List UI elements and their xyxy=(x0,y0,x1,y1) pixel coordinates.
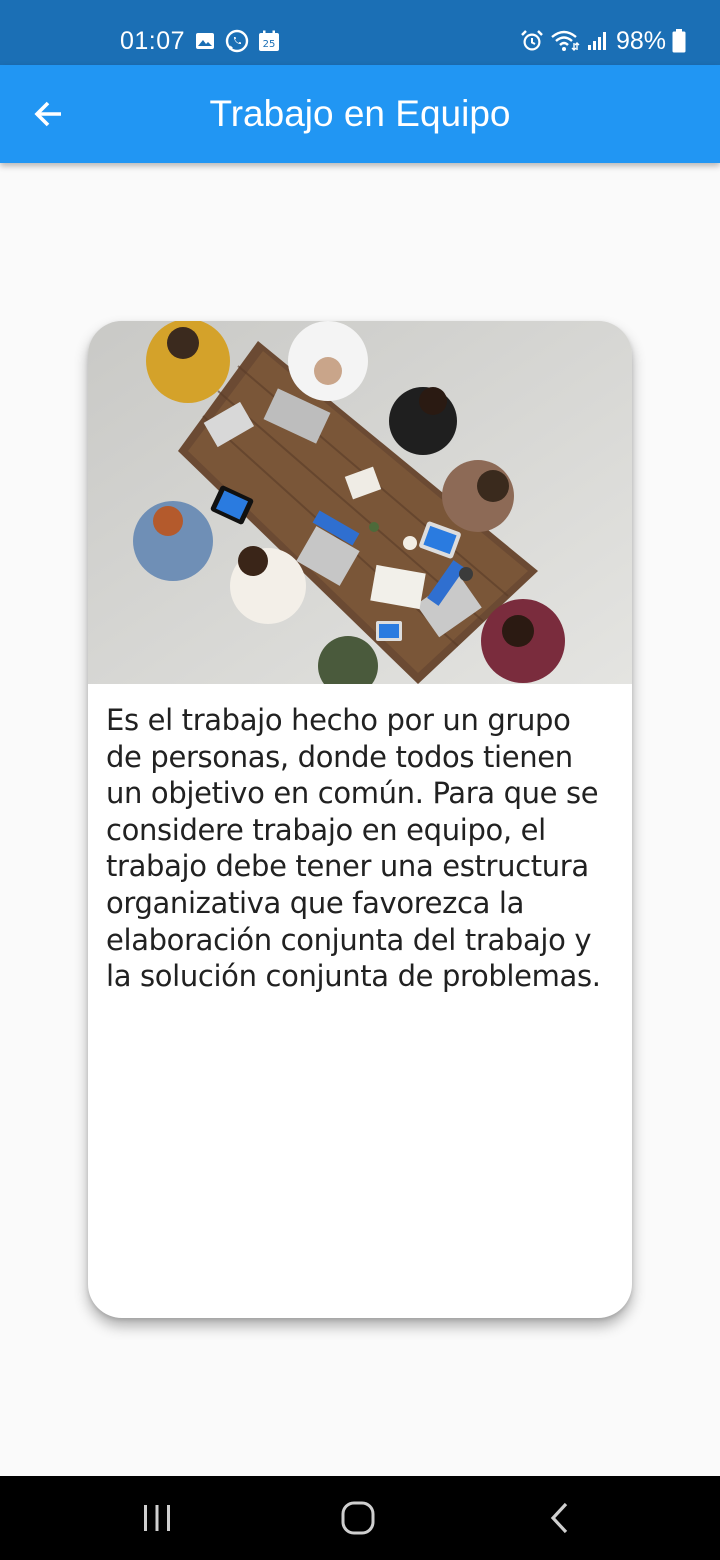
status-bar: 01:07 25 98% xyxy=(0,0,720,65)
signal-icon xyxy=(586,29,610,53)
status-time: 01:07 xyxy=(120,26,186,55)
whatsapp-icon xyxy=(225,29,249,53)
wifi-icon xyxy=(550,29,580,53)
battery-percent: 98% xyxy=(615,26,666,55)
back-nav-icon xyxy=(550,1502,568,1534)
info-card: Es el trabajo hecho por un grupo de pers… xyxy=(88,321,632,1318)
home-icon xyxy=(341,1501,375,1535)
home-button[interactable] xyxy=(330,1490,386,1546)
page-title: Trabajo en Equipo xyxy=(209,93,511,134)
alarm-icon xyxy=(520,29,544,53)
recent-apps-button[interactable] xyxy=(129,1490,185,1546)
calendar-icon: 25 xyxy=(257,29,281,53)
navigation-bar xyxy=(0,1476,720,1560)
app-bar: Trabajo en Equipo xyxy=(0,65,720,163)
recent-apps-icon xyxy=(144,1505,170,1531)
back-nav-button[interactable] xyxy=(532,1490,588,1546)
card-description: Es el trabajo hecho por un grupo de pers… xyxy=(106,703,601,994)
gallery-icon xyxy=(193,29,217,53)
calendar-day-text: 25 xyxy=(263,39,276,50)
battery-icon xyxy=(672,29,686,53)
team-meeting-image xyxy=(88,321,632,684)
